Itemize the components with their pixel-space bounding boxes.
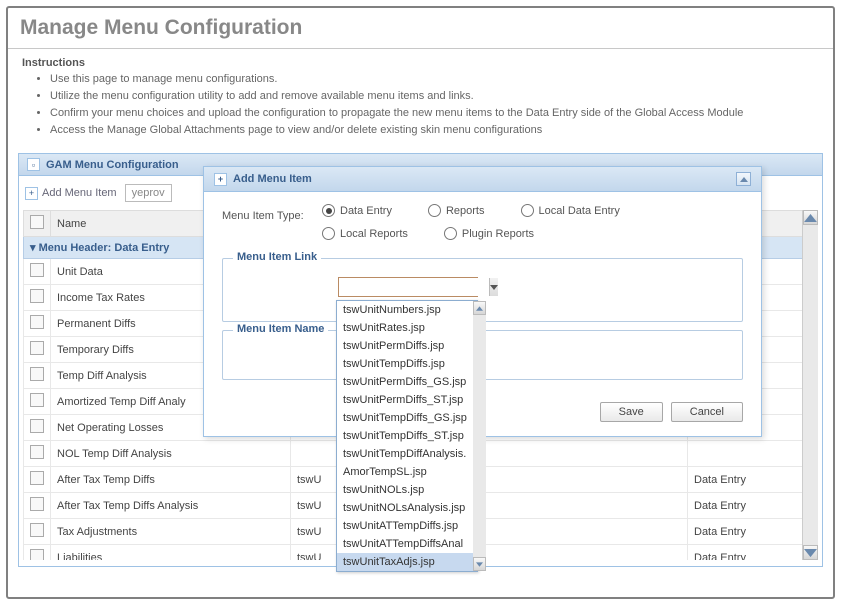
scroll-up-icon[interactable] bbox=[803, 210, 818, 225]
radio-icon bbox=[521, 204, 534, 217]
add-icon: + bbox=[25, 187, 38, 200]
instructions-block: Instructions Use this page to manage men… bbox=[8, 49, 833, 149]
radio-icon bbox=[428, 204, 441, 217]
dropdown-option[interactable]: tswUnitNOLsAnalysis.jsp bbox=[337, 499, 473, 517]
dialog-icon: + bbox=[214, 173, 227, 186]
add-menu-item-label: Add Menu Item bbox=[42, 187, 117, 199]
scroll-down-icon[interactable] bbox=[473, 557, 486, 571]
dialog-title: Add Menu Item bbox=[233, 173, 312, 185]
save-button[interactable]: Save bbox=[600, 402, 663, 422]
radio-local-reports[interactable]: Local Reports bbox=[322, 227, 408, 240]
panel-title: GAM Menu Configuration bbox=[46, 159, 179, 171]
dropdown-option[interactable]: AmorTempSL.jsp bbox=[337, 463, 473, 481]
page-title: Manage Menu Configuration bbox=[8, 8, 833, 49]
row-checkbox[interactable] bbox=[30, 367, 44, 381]
collapse-icon[interactable] bbox=[736, 172, 751, 186]
dropdown-option[interactable]: tswUnitATTempDiffsAnal bbox=[337, 535, 473, 553]
radio-icon bbox=[322, 227, 335, 240]
menu-type-row: Menu Item Type: Data Entry Reports Local… bbox=[222, 204, 743, 227]
row-checkbox[interactable] bbox=[30, 497, 44, 511]
row-checkbox[interactable] bbox=[30, 263, 44, 277]
scroll-down-icon[interactable] bbox=[803, 545, 818, 560]
link-combo[interactable] bbox=[338, 277, 478, 297]
cell-type: Data Entry bbox=[688, 467, 818, 493]
dropdown-option[interactable]: tswUnitRates.jsp bbox=[337, 319, 473, 337]
cell-type bbox=[688, 441, 818, 467]
cell-name: Tax Adjustments bbox=[51, 519, 291, 545]
row-checkbox[interactable] bbox=[30, 419, 44, 433]
radio-data-entry[interactable]: Data Entry bbox=[322, 204, 392, 217]
radio-icon bbox=[322, 204, 335, 217]
radio-reports[interactable]: Reports bbox=[428, 204, 485, 217]
instructions-heading: Instructions bbox=[22, 57, 819, 69]
radio-plugin-reports[interactable]: Plugin Reports bbox=[444, 227, 534, 240]
menu-type-label: Menu Item Type: bbox=[222, 210, 322, 222]
row-checkbox[interactable] bbox=[30, 445, 44, 459]
app-frame: Manage Menu Configuration Instructions U… bbox=[6, 6, 835, 599]
col-checkbox[interactable] bbox=[24, 211, 51, 237]
cell-name: After Tax Temp Diffs bbox=[51, 467, 291, 493]
instruction-item: Utilize the menu configuration utility t… bbox=[50, 88, 819, 105]
row-checkbox[interactable] bbox=[30, 549, 44, 560]
row-checkbox[interactable] bbox=[30, 341, 44, 355]
cancel-button[interactable]: Cancel bbox=[671, 402, 743, 422]
dropdown-option[interactable]: tswUnitPermDiffs_ST.jsp bbox=[337, 391, 473, 409]
add-menu-item-link[interactable]: + Add Menu Item bbox=[25, 187, 117, 200]
dropdown-option[interactable]: tswUnitTempDiffs_ST.jsp bbox=[337, 427, 473, 445]
instruction-item: Confirm your menu choices and upload the… bbox=[50, 105, 819, 122]
dialog-header[interactable]: + Add Menu Item bbox=[204, 167, 761, 192]
scroll-up-icon[interactable] bbox=[473, 301, 486, 315]
dropdown-option[interactable]: tswUnitNumbers.jsp bbox=[337, 301, 473, 319]
dropdown-option[interactable]: tswUnitPermDiffs.jsp bbox=[337, 337, 473, 355]
dropdown-option[interactable]: tswUnitTaxAdjs.jsp bbox=[337, 553, 473, 571]
radio-local-data-entry[interactable]: Local Data Entry bbox=[521, 204, 620, 217]
dropdown-option[interactable]: tswUnitPermDiffs_GS.jsp bbox=[337, 373, 473, 391]
dropdown-scrollbar[interactable] bbox=[473, 301, 486, 571]
row-checkbox[interactable] bbox=[30, 523, 44, 537]
link-dropdown-list[interactable]: tswUnitNumbers.jsptswUnitRates.jsptswUni… bbox=[336, 300, 478, 572]
combo-dropdown-icon[interactable] bbox=[489, 278, 498, 296]
dropdown-option[interactable]: tswUnitTempDiffs_GS.jsp bbox=[337, 409, 473, 427]
scroll-track[interactable] bbox=[803, 225, 818, 545]
link-legend: Menu Item Link bbox=[233, 251, 321, 263]
grid-scrollbar[interactable] bbox=[802, 210, 818, 560]
dropdown-option[interactable]: tswUnitTempDiffAnalysis. bbox=[337, 445, 473, 463]
dropdown-option[interactable]: tswUnitNOLs.jsp bbox=[337, 481, 473, 499]
row-checkbox[interactable] bbox=[30, 315, 44, 329]
link-input[interactable] bbox=[339, 278, 489, 296]
dropdown-option[interactable]: tswUnitTempDiffs.jsp bbox=[337, 355, 473, 373]
dropdown-option[interactable]: tswUnitATTempDiffs.jsp bbox=[337, 517, 473, 535]
instructions-list: Use this page to manage menu configurati… bbox=[22, 71, 819, 139]
row-checkbox[interactable] bbox=[30, 393, 44, 407]
radio-icon bbox=[444, 227, 457, 240]
cell-name: After Tax Temp Diffs Analysis bbox=[51, 493, 291, 519]
cell-type: Data Entry bbox=[688, 493, 818, 519]
name-legend: Menu Item Name bbox=[233, 323, 328, 335]
row-checkbox[interactable] bbox=[30, 289, 44, 303]
instruction-item: Access the Manage Global Attachments pag… bbox=[50, 122, 819, 139]
menu-type-row-2: Local Reports Plugin Reports bbox=[222, 227, 743, 250]
cell-type: Data Entry bbox=[688, 519, 818, 545]
cell-type: Data Entry bbox=[688, 545, 818, 561]
panel-icon: ▫ bbox=[27, 158, 40, 171]
row-checkbox[interactable] bbox=[30, 471, 44, 485]
instruction-item: Use this page to manage menu configurati… bbox=[50, 71, 819, 88]
yeprov-field[interactable]: yeprov bbox=[125, 184, 172, 202]
cell-name: NOL Temp Diff Analysis bbox=[51, 441, 291, 467]
cell-name: Liabilities bbox=[51, 545, 291, 561]
